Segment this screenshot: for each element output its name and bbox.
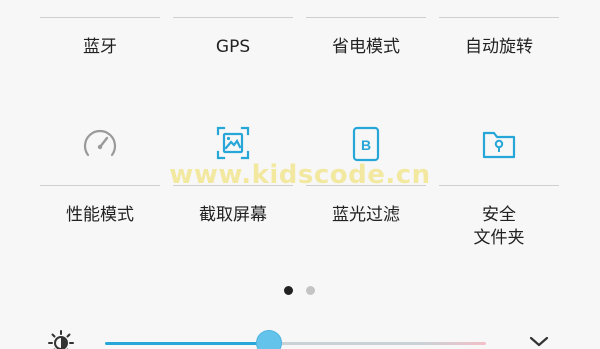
tile-label-blue-light: 蓝光过滤 bbox=[332, 205, 400, 225]
secure-folder-icon[interactable] bbox=[479, 124, 519, 164]
tile-label-secure-folder-line1: 安全 bbox=[482, 205, 516, 225]
brightness-slider-thumb[interactable] bbox=[256, 330, 282, 349]
tile-divider bbox=[173, 185, 293, 186]
chevron-down-icon[interactable] bbox=[528, 334, 550, 349]
tile-gps[interactable]: GPS bbox=[167, 18, 299, 98]
page-indicator[interactable] bbox=[306, 286, 315, 295]
tile-divider bbox=[306, 185, 426, 186]
screenshot-icon[interactable] bbox=[213, 123, 253, 163]
brightness-slider-fill bbox=[105, 342, 268, 345]
tile-label-bluetooth: 蓝牙 bbox=[83, 37, 117, 57]
tile-label-performance: 性能模式 bbox=[66, 205, 134, 225]
tile-label-gps: GPS bbox=[215, 37, 251, 57]
blue-light-filter-icon[interactable]: B bbox=[346, 124, 386, 164]
tile-label-secure-folder-line2: 文件夹 bbox=[473, 228, 525, 248]
tile-divider bbox=[439, 185, 559, 186]
speedometer-icon[interactable] bbox=[80, 125, 120, 165]
tile-label-screenshot: 截取屏幕 bbox=[199, 205, 267, 225]
tile-label-auto-rotate: 自动旋转 bbox=[465, 37, 533, 57]
brightness-slider-track bbox=[268, 342, 486, 345]
tile-bluetooth[interactable]: 蓝牙 bbox=[34, 18, 166, 98]
page-indicator-active[interactable] bbox=[284, 286, 293, 295]
blue-light-filter-letter: B bbox=[361, 137, 371, 153]
brightness-slider[interactable] bbox=[100, 330, 492, 349]
tile-label-power-saving: 省电模式 bbox=[332, 37, 400, 57]
tile-power-saving[interactable]: 省电模式 bbox=[300, 18, 432, 98]
tile-divider bbox=[40, 185, 160, 186]
brightness-auto-icon[interactable] bbox=[48, 330, 74, 349]
tile-auto-rotate[interactable]: 自动旋转 bbox=[433, 18, 565, 98]
